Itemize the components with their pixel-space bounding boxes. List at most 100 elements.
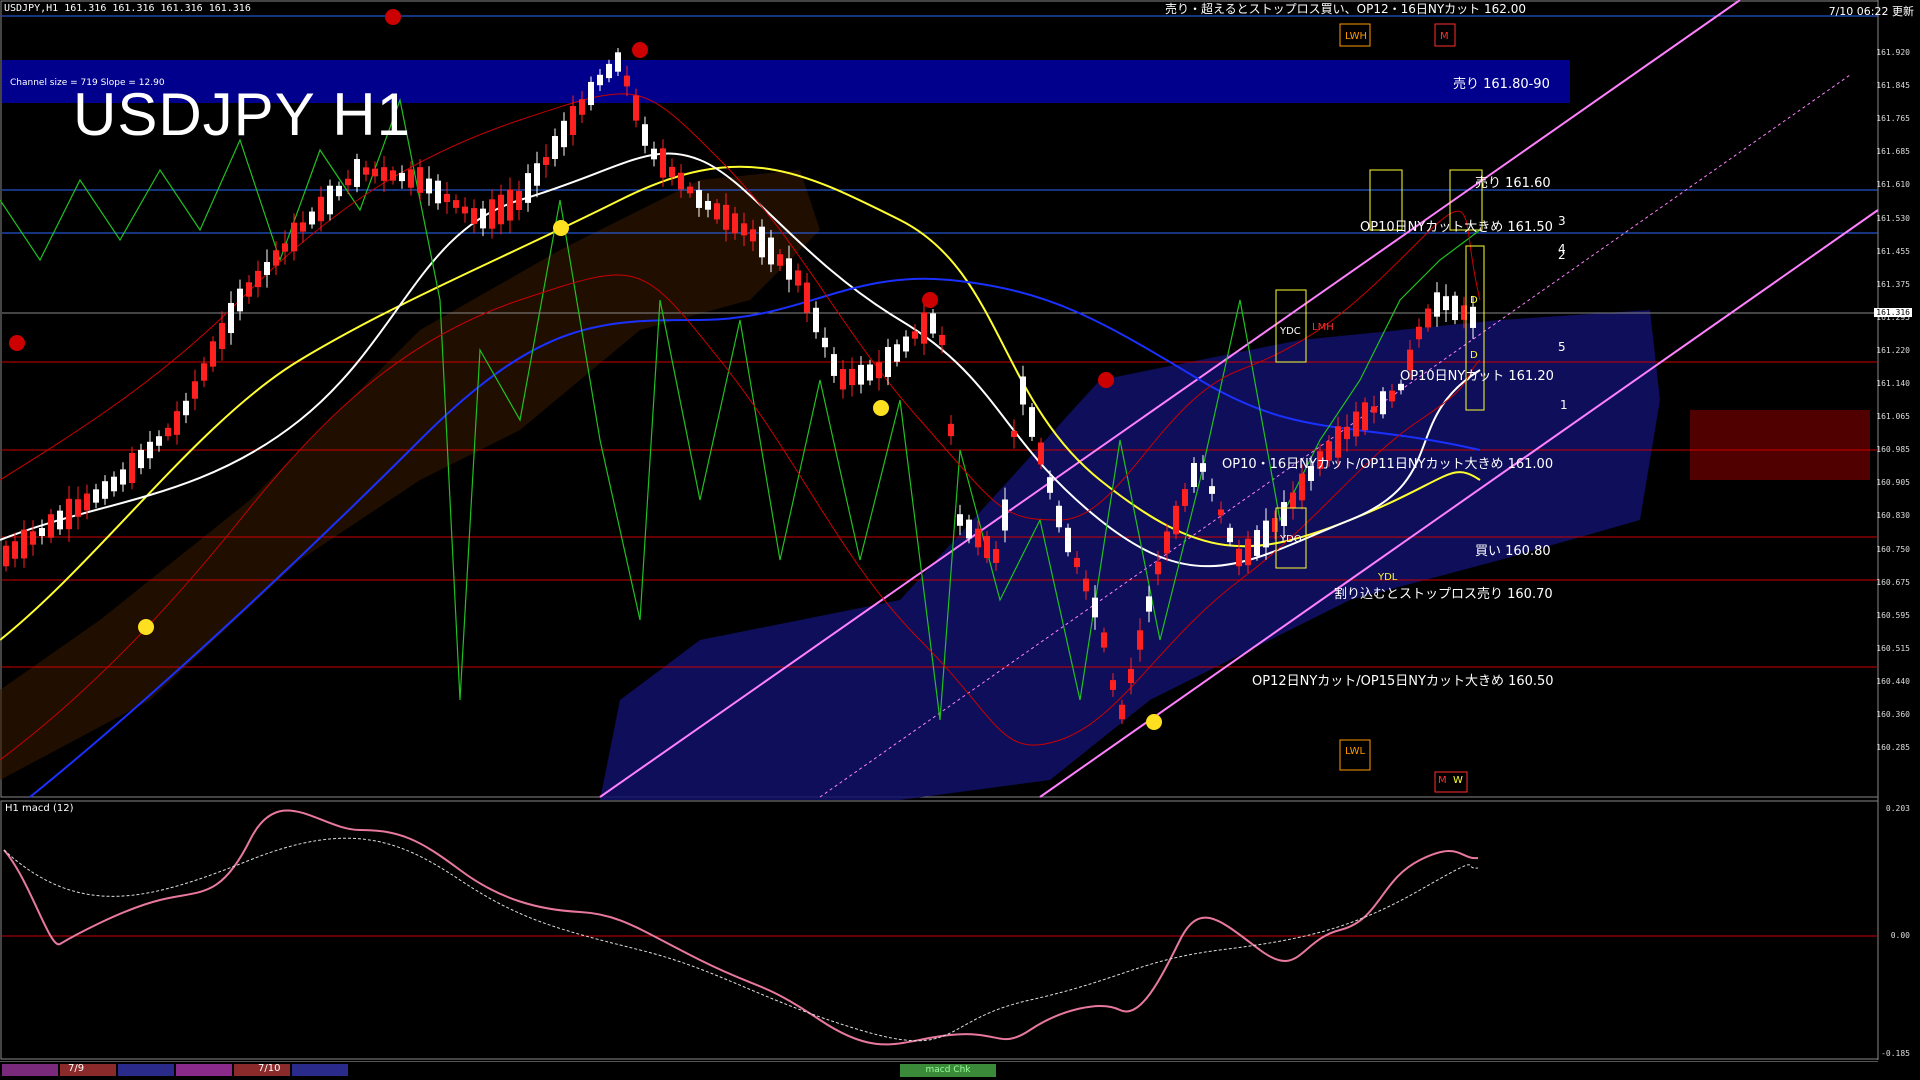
candle-body <box>1092 597 1098 618</box>
candle-body <box>1200 463 1206 472</box>
candle-body <box>858 364 864 385</box>
candle-body <box>912 331 918 339</box>
candle-body <box>318 196 324 222</box>
candle-body <box>471 208 477 224</box>
candle-body <box>660 148 666 178</box>
candle-body <box>66 498 72 530</box>
candle-body <box>831 354 837 376</box>
annotation-box-w-bot: W <box>1453 775 1463 786</box>
candle-body <box>480 208 486 229</box>
candle-body <box>795 270 801 286</box>
price-axis-label: 161.610 <box>1876 180 1910 190</box>
price-chart-canvas[interactable] <box>0 0 1920 1080</box>
update-datetime: 7/10 06:22 更新 <box>1828 5 1914 18</box>
candle-body <box>570 106 576 135</box>
sell-marker <box>922 292 938 308</box>
candle-body <box>669 166 675 178</box>
candle-body <box>1263 520 1269 548</box>
candle-body <box>1452 295 1458 321</box>
candle-body <box>273 250 279 266</box>
macd-signal-line <box>3 837 1479 1042</box>
annotation-sell-161-60: 売り 161.60 <box>1475 176 1551 191</box>
price-axis-label: 161.455 <box>1876 246 1910 256</box>
candle-body <box>1236 548 1242 567</box>
candle-body <box>732 213 738 234</box>
candle-body <box>543 157 549 165</box>
annotation-op10-161-20: OP10日NYカット 161.20 <box>1400 369 1554 384</box>
candle-body <box>1137 630 1143 650</box>
macd-check-tab[interactable]: macd Chk <box>900 1064 996 1077</box>
candle-body <box>948 423 954 437</box>
candle-body <box>552 136 558 159</box>
candle-body <box>390 170 396 181</box>
candle-body <box>453 200 459 208</box>
candle-body <box>885 346 891 378</box>
candle-body <box>759 226 765 258</box>
candle-body <box>1425 308 1431 328</box>
candle-body <box>1182 489 1188 506</box>
chart-title: USDJPY H1 <box>73 81 412 148</box>
candle-body <box>417 167 423 193</box>
candle-body <box>1029 407 1035 437</box>
candle-body <box>1164 531 1170 554</box>
candle-body <box>138 449 144 469</box>
candle-body <box>1074 557 1080 568</box>
candle-body <box>426 178 432 194</box>
timeline-segment <box>176 1064 232 1076</box>
candle-body <box>975 528 981 548</box>
annotation-box-ydl: YDL <box>1378 572 1398 583</box>
price-axis-label: 160.595 <box>1876 610 1910 620</box>
candle-body <box>1245 538 1251 566</box>
candle-body <box>282 243 288 252</box>
annotation-op12-15-160-50: OP12日NYカット/OP15日NYカット大きめ 160.50 <box>1252 674 1554 689</box>
annotation-box-ydo: YDO <box>1280 534 1302 545</box>
price-axis-label: 161.530 <box>1876 213 1910 223</box>
candle-body <box>462 206 468 214</box>
macd-pane-frame <box>0 800 1879 1060</box>
candle-body <box>48 514 54 538</box>
candle-body <box>111 476 117 492</box>
annotation-box-m-bot: M <box>1438 775 1447 786</box>
price-axis-label: 160.515 <box>1876 643 1910 653</box>
candle-body <box>849 368 855 386</box>
candle-body <box>840 369 846 390</box>
candle-body <box>192 381 198 399</box>
candle-body <box>1065 527 1071 553</box>
candle-body <box>345 178 351 186</box>
candle-body <box>264 262 270 275</box>
candle-body <box>534 163 540 186</box>
candle-body <box>336 185 342 197</box>
candle-body <box>966 519 972 539</box>
chart-header: USDJPY,H1 161.316 161.316 161.316 161.31… <box>4 3 251 14</box>
chart-window[interactable]: USDJPY,H1 161.316 161.316 161.316 161.31… <box>0 0 1920 1080</box>
candle-body <box>723 204 729 230</box>
candle-body <box>1254 530 1260 556</box>
candle-body <box>984 535 990 559</box>
candle-body <box>363 167 369 175</box>
candle-body <box>687 186 693 194</box>
candle-body <box>597 74 603 86</box>
annotation-num-3: 3 <box>1558 214 1566 228</box>
price-axis-label: 160.675 <box>1876 577 1910 587</box>
candle-body <box>1038 442 1044 465</box>
candle-body <box>1470 306 1476 328</box>
candle-body <box>327 185 333 215</box>
annotation-buy-160-80: 買い 160.80 <box>1475 544 1551 559</box>
price-axis-label: 161.220 <box>1876 345 1910 355</box>
candle-body <box>1110 680 1116 690</box>
macd-pane <box>2 809 1878 1046</box>
candle-body <box>498 194 504 225</box>
candle-body <box>876 362 882 379</box>
candle-body <box>183 400 189 416</box>
candle-body <box>489 199 495 229</box>
candle-body <box>1227 527 1233 543</box>
sell-marker <box>9 335 25 351</box>
sell-marker <box>632 42 648 58</box>
candle-body <box>1371 406 1377 413</box>
candle-body <box>867 364 873 381</box>
candle-body <box>615 52 621 72</box>
candle-body <box>750 229 756 242</box>
candle-body <box>399 172 405 182</box>
candle-body <box>921 312 927 344</box>
annotation-box-lwl: LWL <box>1345 746 1366 757</box>
